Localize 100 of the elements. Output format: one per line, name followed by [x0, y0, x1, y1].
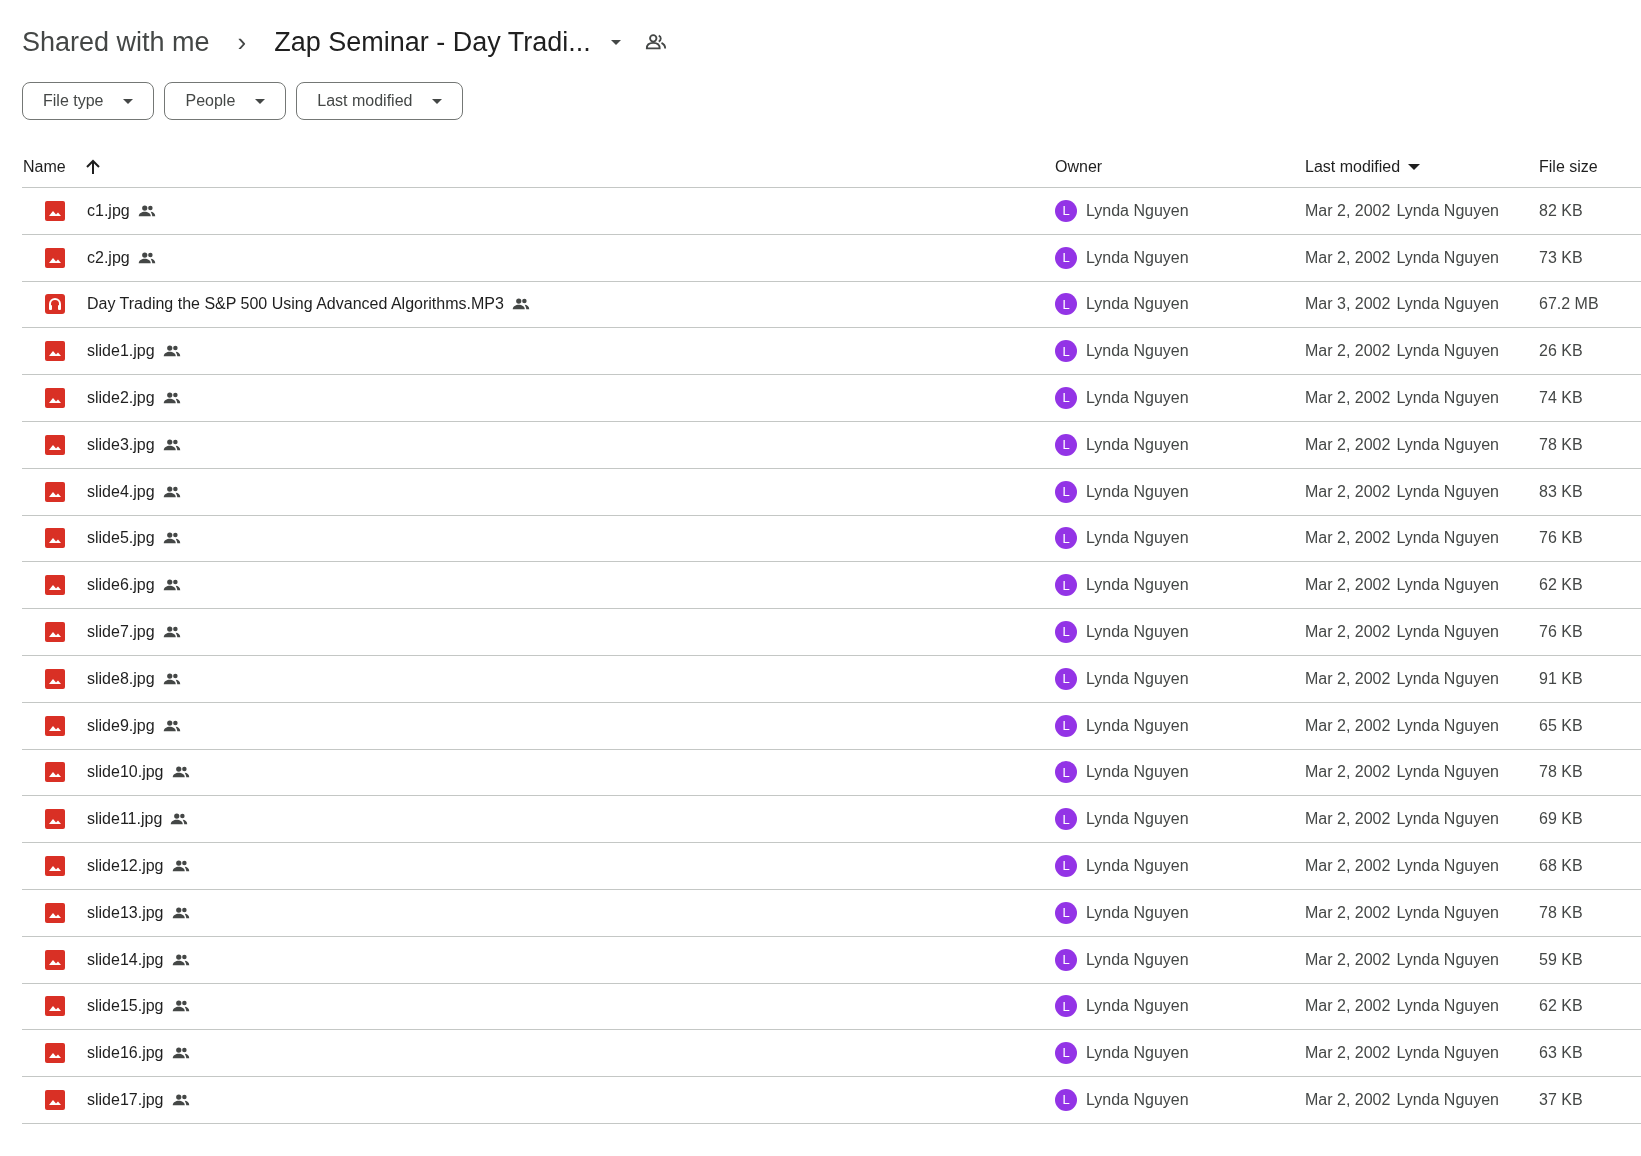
people-icon [162, 672, 181, 685]
filter-chip[interactable]: People [164, 82, 287, 120]
people-icon [162, 438, 181, 451]
file-row[interactable]: slide13.jpg L Lynda Nguyen Mar 2, 2002 Lynda Nguyen 78 KB [22, 889, 1641, 937]
avatar: L [1055, 808, 1077, 831]
owner-name: Lynda Nguyen [1086, 294, 1189, 315]
file-name: slide4.jpg [87, 481, 155, 502]
file-row[interactable]: slide9.jpg L Lynda Nguyen Mar 2, 2002 Lynda Nguyen 65 KB [22, 702, 1641, 750]
modified-date: Mar 2, 2002 [1305, 668, 1391, 689]
file-row[interactable]: slide6.jpg L Lynda Nguyen Mar 2, 2002 Lynda Nguyen 62 KB [22, 562, 1641, 610]
avatar: L [1055, 387, 1077, 410]
modified-by: Lynda Nguyen [1396, 996, 1499, 1017]
file-name: slide5.jpg [87, 528, 155, 549]
image-file-icon [45, 668, 65, 689]
folder-title-button[interactable]: Zap Seminar - Day Tradi... [274, 21, 621, 63]
file-row[interactable]: slide8.jpg L Lynda Nguyen Mar 2, 2002 Lynda Nguyen 91 KB [22, 655, 1641, 703]
modified-date: Mar 2, 2002 [1305, 996, 1391, 1017]
file-row[interactable]: slide12.jpg L Lynda Nguyen Mar 2, 2002 Lynda Nguyen 68 KB [22, 843, 1641, 890]
image-file-icon [45, 528, 65, 549]
sort-down-caret-icon[interactable] [1408, 163, 1421, 170]
modified-date: Mar 2, 2002 [1305, 528, 1391, 549]
avatar: L [1055, 901, 1077, 924]
modified-by: Lynda Nguyen [1396, 528, 1499, 549]
modified-date: Mar 2, 2002 [1305, 481, 1391, 502]
file-row[interactable]: c2.jpg L Lynda Nguyen Mar 2, 2002 Lynda Nguyen 73 KB [22, 234, 1641, 282]
avatar: L [1055, 199, 1077, 222]
file-name: c2.jpg [87, 247, 130, 268]
file-row[interactable]: slide7.jpg L Lynda Nguyen Mar 2, 2002 Lynda Nguyen 76 KB [22, 609, 1641, 656]
file-size: 37 KB [1539, 1090, 1584, 1111]
image-file-icon [45, 715, 65, 736]
modified-by: Lynda Nguyen [1396, 809, 1499, 830]
file-name: slide6.jpg [87, 575, 155, 596]
filter-chip[interactable]: File type [22, 82, 155, 120]
file-size: 62 KB [1539, 575, 1584, 596]
column-header[interactable]: Name [23, 154, 66, 179]
file-row[interactable]: slide2.jpg L Lynda Nguyen Mar 2, 2002 Lynda Nguyen 74 KB [22, 375, 1641, 422]
modified-date: Mar 2, 2002 [1305, 949, 1391, 970]
column-header[interactable]: Last modified [1305, 154, 1401, 179]
modified-date: Mar 2, 2002 [1305, 902, 1391, 923]
file-row[interactable]: slide16.jpg L Lynda Nguyen Mar 2, 2002 Lynda Nguyen 63 KB [22, 1030, 1641, 1078]
filter-chip[interactable]: Last modified [296, 82, 464, 120]
breadcrumb-link[interactable]: Shared with me [22, 21, 210, 63]
modified-by: Lynda Nguyen [1396, 1090, 1499, 1111]
file-row[interactable]: Day Trading the S&P 500 Using Advanced Algorithms.MP3 L Lynda Nguyen Mar 3, 2002 Lynda Nguyen 67.2 MB [22, 281, 1641, 329]
people-icon [171, 953, 190, 966]
owner-name: Lynda Nguyen [1086, 762, 1189, 783]
file-row[interactable]: slide4.jpg L Lynda Nguyen Mar 2, 2002 Lynda Nguyen 83 KB [22, 468, 1641, 516]
file-name: slide10.jpg [87, 762, 164, 783]
people-icon [171, 1094, 190, 1107]
modified-date: Mar 3, 2002 [1305, 294, 1391, 315]
image-file-icon [45, 949, 65, 970]
image-file-icon [45, 200, 65, 221]
people-icon [511, 298, 530, 311]
image-file-icon [45, 809, 65, 830]
file-name: c1.jpg [87, 200, 130, 221]
modified-date: Mar 2, 2002 [1305, 200, 1391, 221]
file-row[interactable]: slide10.jpg L Lynda Nguyen Mar 2, 2002 Lynda Nguyen 78 KB [22, 749, 1641, 797]
avatar: L [1055, 433, 1077, 456]
people-icon[interactable] [644, 33, 667, 51]
column-header[interactable]: Owner [1055, 154, 1103, 179]
owner-name: Lynda Nguyen [1086, 856, 1189, 877]
image-file-icon [45, 481, 65, 502]
file-name: slide14.jpg [87, 949, 164, 970]
sort-up-arrow-icon[interactable] [85, 158, 100, 175]
modified-by: Lynda Nguyen [1396, 668, 1499, 689]
modified-by: Lynda Nguyen [1396, 434, 1499, 455]
file-row[interactable]: slide5.jpg L Lynda Nguyen Mar 2, 2002 Lynda Nguyen 76 KB [22, 515, 1641, 563]
file-row[interactable]: slide3.jpg L Lynda Nguyen Mar 2, 2002 Lynda Nguyen 78 KB [22, 422, 1641, 469]
modified-by: Lynda Nguyen [1396, 200, 1499, 221]
file-row[interactable]: slide14.jpg L Lynda Nguyen Mar 2, 2002 Lynda Nguyen 59 KB [22, 936, 1641, 984]
image-file-icon [45, 575, 65, 596]
file-row[interactable]: slide15.jpg L Lynda Nguyen Mar 2, 2002 Lynda Nguyen 62 KB [22, 983, 1641, 1031]
owner-name: Lynda Nguyen [1086, 1043, 1189, 1064]
modified-by: Lynda Nguyen [1396, 762, 1499, 783]
modified-date: Mar 2, 2002 [1305, 809, 1391, 830]
column-header[interactable]: File size [1539, 154, 1598, 179]
owner-name: Lynda Nguyen [1086, 809, 1189, 830]
people-icon [171, 1047, 190, 1060]
file-name: slide2.jpg [87, 388, 155, 409]
file-size: 91 KB [1539, 668, 1584, 689]
people-icon [137, 204, 156, 217]
file-row[interactable]: c1.jpg L Lynda Nguyen Mar 2, 2002 Lynda Nguyen 82 KB [22, 188, 1641, 235]
file-size: 76 KB [1539, 528, 1584, 549]
owner-name: Lynda Nguyen [1086, 622, 1189, 643]
modified-date: Mar 2, 2002 [1305, 434, 1391, 455]
owner-name: Lynda Nguyen [1086, 996, 1189, 1017]
modified-by: Lynda Nguyen [1396, 341, 1499, 362]
file-row[interactable]: slide1.jpg L Lynda Nguyen Mar 2, 2002 Lynda Nguyen 26 KB [22, 328, 1641, 376]
file-name: slide7.jpg [87, 622, 155, 643]
modified-by: Lynda Nguyen [1396, 949, 1499, 970]
file-row[interactable]: slide17.jpg L Lynda Nguyen Mar 2, 2002 Lynda Nguyen 37 KB [22, 1077, 1641, 1124]
people-icon [171, 1000, 190, 1013]
file-size: 68 KB [1539, 856, 1584, 877]
file-name: slide9.jpg [87, 715, 155, 736]
avatar: L [1055, 948, 1077, 971]
file-name: slide15.jpg [87, 996, 164, 1017]
modified-date: Mar 2, 2002 [1305, 575, 1391, 596]
people-icon [162, 626, 181, 639]
modified-date: Mar 2, 2002 [1305, 622, 1391, 643]
file-row[interactable]: slide11.jpg L Lynda Nguyen Mar 2, 2002 Lynda Nguyen 69 KB [22, 796, 1641, 844]
